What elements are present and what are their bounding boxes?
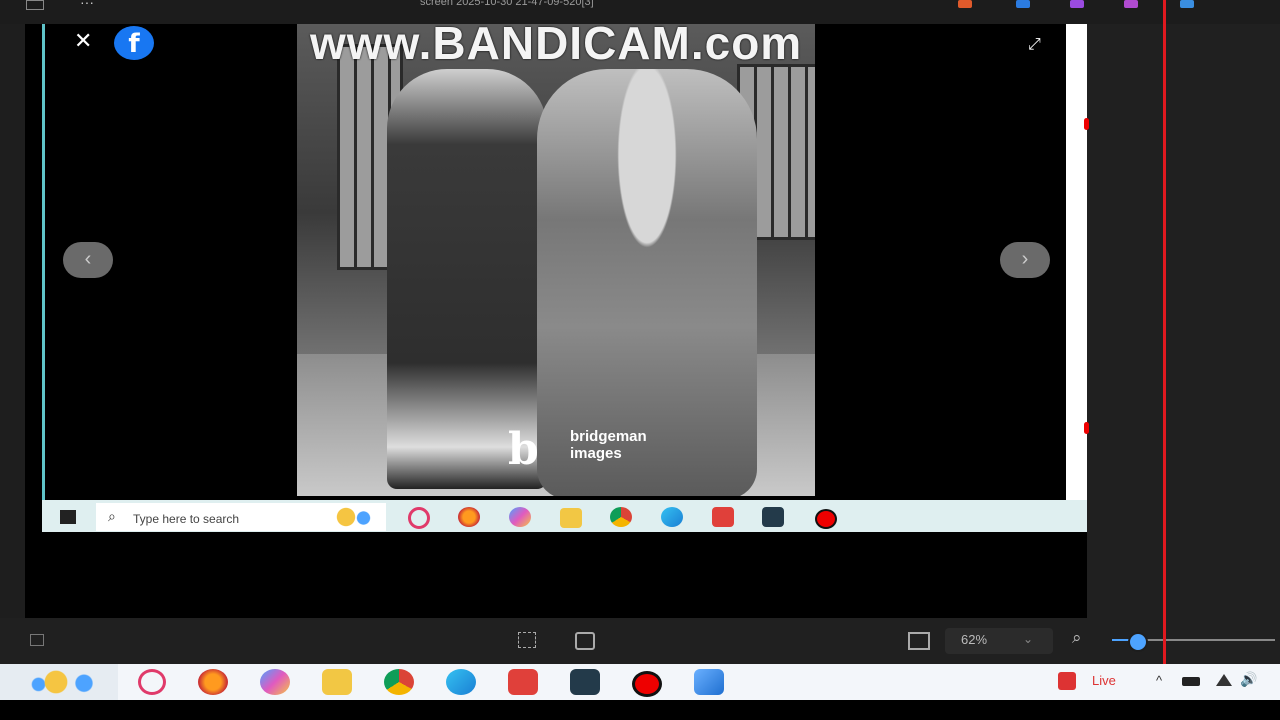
bottom-strip bbox=[0, 700, 1280, 720]
zoom-slider-handle[interactable] bbox=[1128, 632, 1148, 652]
window-title: screen 2025-10-30 21-47-09-520[3] bbox=[420, 0, 594, 8]
bridgeman-brand-line1: bridgeman bbox=[570, 428, 647, 445]
image-info-icon bbox=[30, 634, 44, 646]
opera-icon[interactable] bbox=[138, 669, 166, 695]
photo bbox=[297, 24, 815, 496]
windows-start-icon[interactable] bbox=[60, 510, 76, 524]
volume-icon[interactable]: 🔊 bbox=[1240, 671, 1257, 688]
captured-window-border bbox=[42, 24, 45, 500]
next-button[interactable]: › bbox=[1000, 242, 1050, 278]
live-icon[interactable] bbox=[1058, 672, 1076, 690]
app-dark-icon[interactable] bbox=[762, 507, 784, 527]
zoom-value: 62% bbox=[961, 632, 988, 647]
photos-icon[interactable] bbox=[694, 669, 724, 695]
previous-button[interactable]: ‹ bbox=[63, 242, 113, 278]
firefox-icon[interactable] bbox=[198, 669, 228, 695]
zoom-select[interactable]: 62% ⌄ bbox=[945, 628, 1053, 654]
firefox-icon[interactable] bbox=[458, 507, 480, 527]
record-icon[interactable] bbox=[632, 671, 662, 697]
chrome-icon[interactable] bbox=[384, 669, 414, 695]
bridgeman-brand: bridgeman images bbox=[570, 428, 647, 462]
copilot-icon[interactable] bbox=[260, 669, 290, 695]
rotate-icon[interactable] bbox=[575, 632, 595, 650]
red-marker-line bbox=[1163, 0, 1166, 700]
facebook-icon[interactable]: f bbox=[114, 26, 154, 60]
bridgeman-brand-line2: images bbox=[570, 445, 622, 462]
notification-dot bbox=[1084, 422, 1089, 434]
battery-icon bbox=[1182, 677, 1200, 686]
window-menu-icon[interactable] bbox=[26, 0, 44, 10]
app-icon[interactable] bbox=[1180, 0, 1194, 8]
app-icon[interactable] bbox=[1070, 0, 1084, 8]
more-options-icon[interactable]: ··· bbox=[80, 0, 94, 10]
captured-search-box[interactable]: ⌕ Type here to search bbox=[96, 503, 386, 531]
app-red-icon[interactable] bbox=[712, 507, 734, 527]
actual-size-icon[interactable] bbox=[908, 632, 930, 650]
search-icon: ⌕ bbox=[108, 508, 116, 524]
app-red-icon[interactable] bbox=[508, 669, 538, 695]
chevron-down-icon: ⌄ bbox=[1023, 632, 1034, 646]
app-icon[interactable] bbox=[1016, 0, 1030, 8]
right-pane bbox=[1087, 24, 1280, 618]
live-label[interactable]: Live bbox=[1092, 673, 1116, 688]
captured-side-strip bbox=[1066, 24, 1089, 500]
zoom-icon[interactable]: ⌕ bbox=[1072, 628, 1082, 648]
notification-dot bbox=[1084, 118, 1089, 130]
bandicam-watermark: www.BANDICAM.com bbox=[310, 17, 803, 69]
opera-icon[interactable] bbox=[408, 507, 430, 529]
chrome-icon[interactable] bbox=[610, 507, 632, 527]
fit-screen-icon[interactable] bbox=[518, 632, 536, 648]
bridgeman-logo-icon: b bbox=[508, 424, 539, 475]
copilot-icon[interactable] bbox=[509, 507, 531, 527]
copilot-sparkle-icon bbox=[326, 507, 376, 527]
edge-icon[interactable] bbox=[446, 669, 476, 695]
file-explorer-icon[interactable] bbox=[560, 508, 582, 528]
record-icon[interactable] bbox=[815, 509, 837, 529]
file-explorer-icon[interactable] bbox=[322, 669, 352, 695]
search-placeholder: Type here to search bbox=[133, 512, 240, 526]
expand-icon[interactable]: ⤢ bbox=[1028, 36, 1041, 54]
tray-expand-icon[interactable]: ^ bbox=[1156, 673, 1162, 688]
app-icon[interactable] bbox=[958, 0, 972, 8]
copilot-sparkle-icon[interactable] bbox=[28, 670, 98, 694]
app-dark-icon[interactable] bbox=[570, 669, 600, 695]
app-icon[interactable] bbox=[1124, 0, 1138, 8]
edge-icon[interactable] bbox=[661, 507, 683, 527]
network-icon[interactable] bbox=[1216, 674, 1232, 686]
viewer-status-bar bbox=[0, 618, 1280, 664]
close-icon[interactable]: ✕ bbox=[74, 28, 92, 54]
